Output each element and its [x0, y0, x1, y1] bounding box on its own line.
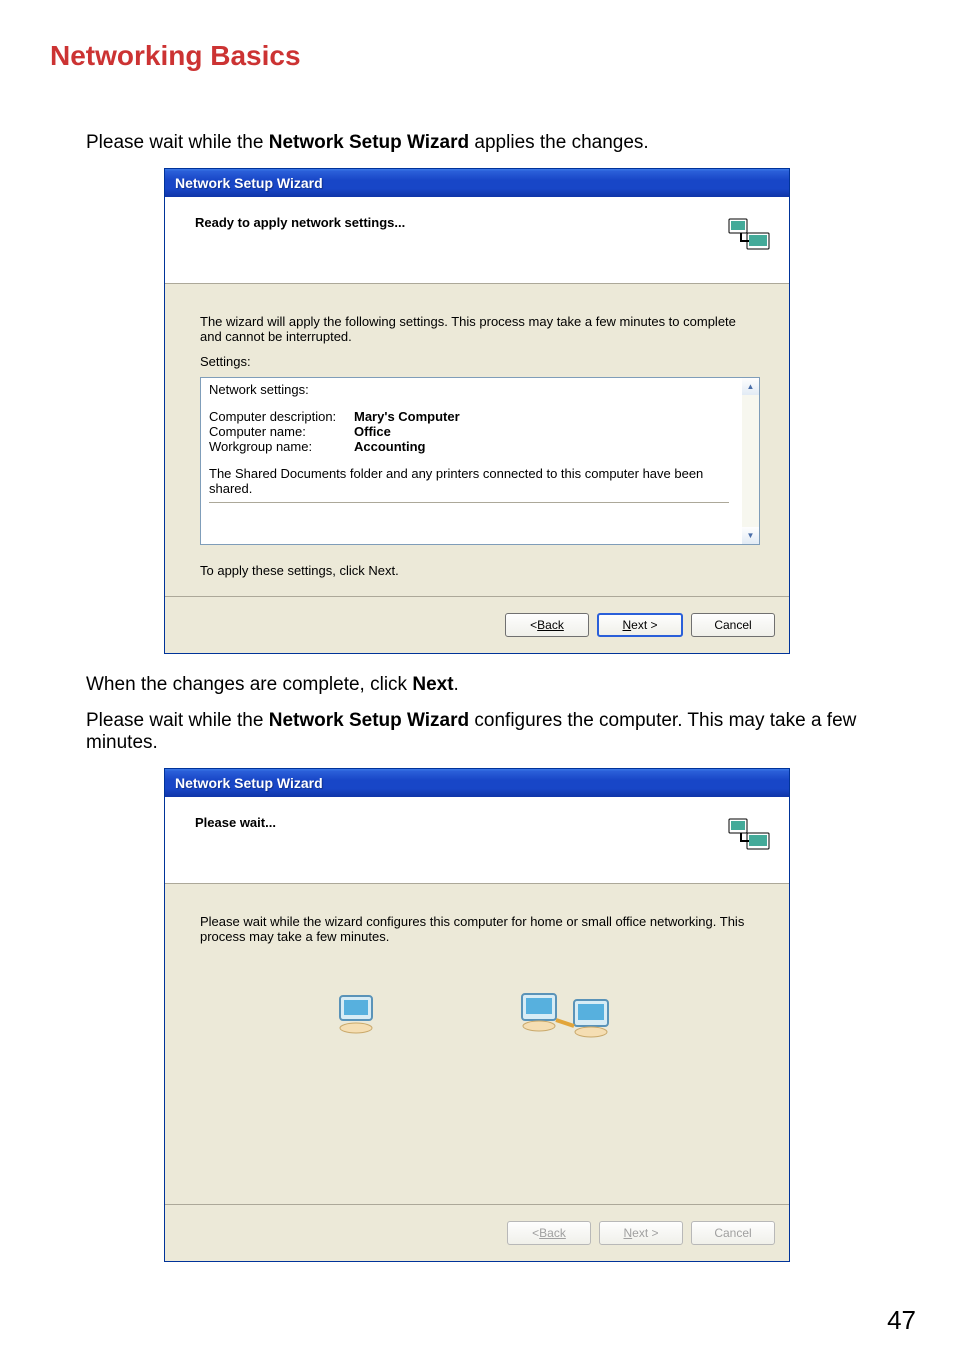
settings-key: Computer description: [209, 409, 354, 424]
wizard-header: Please wait... [165, 797, 789, 884]
wizard-desc: Please wait while the wizard configures … [200, 914, 754, 944]
settings-value: Mary's Computer [354, 409, 460, 424]
wizard-content: Please wait while the wizard configures … [165, 884, 789, 1204]
settings-value: Office [354, 424, 391, 439]
intro-paragraph-2: Please wait while the Network Setup Wiza… [86, 710, 904, 754]
settings-content: Network settings: Computer description: … [201, 378, 742, 507]
single-computer-icon [326, 986, 386, 1046]
mid1-post: . [454, 674, 459, 695]
scroll-down-icon[interactable]: ▼ [742, 527, 759, 544]
back-button: < Back [507, 1221, 591, 1245]
wizard-window-wait: Network Setup Wizard Please wait... Plea… [164, 768, 790, 1262]
settings-row: Computer description: Mary's Computer [209, 409, 734, 424]
network-setup-icon [727, 813, 771, 857]
apply-hint: To apply these settings, click Next. [200, 563, 754, 578]
network-computers-icon [518, 986, 628, 1046]
cancel-button[interactable]: Cancel [691, 613, 775, 637]
wizard-desc: The wizard will apply the following sett… [200, 314, 754, 344]
next-button: Next > [599, 1221, 683, 1245]
settings-key: Computer name: [209, 424, 354, 439]
intro-pre: Please wait while the [86, 132, 269, 153]
wizard-titlebar[interactable]: Network Setup Wizard [165, 169, 789, 197]
shared-note: The Shared Documents folder and any prin… [209, 466, 734, 496]
mid-paragraph-1: When the changes are complete, click Nex… [86, 674, 904, 696]
intro-bold: Network Setup Wizard [269, 132, 469, 153]
page-heading: Networking Basics [50, 40, 904, 72]
settings-row: Computer name: Office [209, 424, 734, 439]
wizard-content: The wizard will apply the following sett… [165, 284, 789, 596]
intro-post: applies the changes. [469, 132, 649, 153]
wizard-window-ready: Network Setup Wizard Ready to apply netw… [164, 168, 790, 654]
cancel-button: Cancel [691, 1221, 775, 1245]
settings-heading: Network settings: [209, 382, 734, 397]
settings-key: Workgroup name: [209, 439, 354, 454]
page-number: 47 [887, 1305, 916, 1336]
back-button[interactable]: < Back [505, 613, 589, 637]
mid1-pre: When the changes are complete, click [86, 674, 412, 695]
wizard-header-title: Ready to apply network settings... [195, 213, 405, 230]
intro2-bold: Network Setup Wizard [269, 710, 469, 731]
mid1-bold: Next [412, 674, 453, 695]
network-setup-icon [727, 213, 771, 257]
wizard-header-title: Please wait... [195, 813, 276, 830]
wizard-header: Ready to apply network settings... [165, 197, 789, 284]
settings-row: Workgroup name: Accounting [209, 439, 734, 454]
progress-icons [200, 986, 754, 1046]
wizard-footer: < Back Next > Cancel [165, 596, 789, 653]
settings-listbox[interactable]: Network settings: Computer description: … [200, 377, 760, 545]
settings-value: Accounting [354, 439, 426, 454]
intro-paragraph-1: Please wait while the Network Setup Wiza… [86, 132, 904, 154]
wizard-footer: < Back Next > Cancel [165, 1204, 789, 1261]
scroll-track[interactable] [742, 395, 759, 527]
separator [209, 502, 729, 503]
settings-label: Settings: [200, 354, 754, 369]
intro2-pre: Please wait while the [86, 710, 269, 731]
scroll-up-icon[interactable]: ▲ [742, 378, 759, 395]
wizard-titlebar[interactable]: Network Setup Wizard [165, 769, 789, 797]
next-button[interactable]: Next > [597, 613, 683, 637]
scrollbar[interactable]: ▲ ▼ [742, 378, 759, 544]
